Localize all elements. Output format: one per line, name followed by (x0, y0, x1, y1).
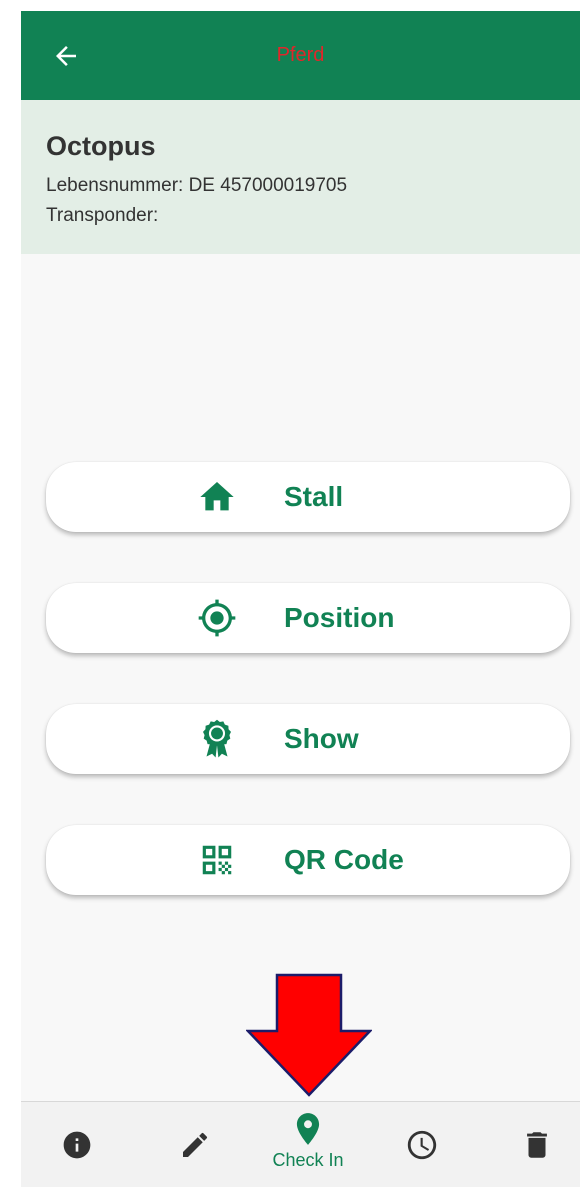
pencil-icon (183, 1132, 208, 1157)
trash-icon (527, 1132, 547, 1158)
show-button[interactable]: Show (46, 704, 570, 774)
position-button[interactable]: Position (46, 583, 570, 653)
ribbon-award-icon (196, 718, 238, 760)
screenshot-canvas: Pferd Octopus Lebensnummer: DE 457000019… (0, 0, 580, 1187)
nav-info-button[interactable] (45, 1102, 109, 1187)
nav-check-in-label: Check In (272, 1150, 344, 1170)
nav-check-in-button[interactable]: Check In (258, 1102, 358, 1187)
show-button-label: Show (284, 723, 359, 754)
qr-code-icon (196, 839, 238, 881)
qr-code-button-label: QR Code (284, 844, 404, 875)
home-icon (196, 476, 238, 518)
stall-button[interactable]: Stall (46, 462, 570, 532)
app-bar: Pferd (21, 11, 580, 100)
qr-code-button[interactable]: QR Code (46, 825, 570, 895)
lebensnummer-text: Lebensnummer: DE 457000019705 (46, 175, 348, 196)
nav-delete-button[interactable] (505, 1102, 569, 1187)
stall-button-label: Stall (284, 481, 344, 512)
info-icon (63, 1131, 91, 1159)
bottom-nav: Check In (21, 1101, 580, 1187)
app-screen: Pferd Octopus Lebensnummer: DE 457000019… (21, 11, 580, 1187)
back-button[interactable] (47, 37, 85, 75)
location-pin-icon (296, 1113, 320, 1145)
nav-history-button[interactable] (390, 1102, 454, 1187)
page-title: Pferd (276, 44, 325, 66)
horse-name: Octopus (46, 131, 156, 161)
nav-edit-button[interactable] (163, 1102, 227, 1187)
crosshair-icon (196, 597, 238, 639)
transponder-text: Transponder: (46, 205, 159, 226)
arrow-back-icon (56, 46, 76, 66)
position-button-label: Position (284, 602, 395, 633)
horse-header: Octopus Lebensnummer: DE 457000019705 Tr… (21, 100, 580, 254)
clock-icon (407, 1130, 437, 1160)
